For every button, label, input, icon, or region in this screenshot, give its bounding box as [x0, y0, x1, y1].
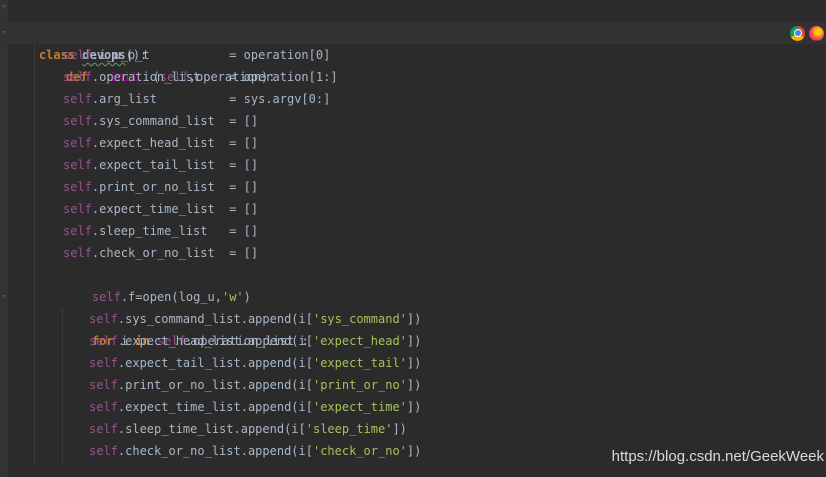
watermark: https://blog.csdn.net/GeekWeek	[611, 448, 824, 465]
fold-marker-icon[interactable]: ▿	[1, 293, 7, 302]
self-keyword: self	[63, 158, 92, 172]
code-text: .sys_command_list.append(i[	[117, 312, 313, 326]
string-literal: 'expect_time'	[312, 400, 407, 414]
code-text: .expect_tail_list.append(i[	[117, 356, 313, 370]
code-line-assign[interactable]: self.arg_list = sys.argv[0:]	[0, 88, 330, 110]
firefox-icon[interactable]	[809, 25, 824, 41]
code-line-append[interactable]: self.check_or_no_list.append(i['check_or…	[0, 440, 421, 462]
self-keyword: self	[63, 70, 92, 84]
self-keyword: self	[63, 246, 92, 260]
code-line-assign[interactable]: self.operation_list = operation[1:]	[0, 66, 338, 88]
code-line-assign[interactable]: self.sys_command_list = []	[0, 110, 258, 132]
code-text: ])	[406, 378, 422, 392]
code-text: .sleep_time_list.append(i[	[117, 422, 306, 436]
code-text: .sys_command_list = []	[91, 114, 259, 128]
code-text: .arg_list = sys.argv[0:]	[91, 92, 331, 106]
string-literal: 'expect_head'	[312, 334, 407, 348]
self-keyword: self	[63, 92, 92, 106]
self-keyword: self	[89, 400, 118, 414]
code-text: .expect_time_list.append(i[	[117, 400, 313, 414]
self-keyword: self	[89, 378, 118, 392]
code-text: ])	[406, 312, 422, 326]
code-text: ])	[406, 334, 422, 348]
code-text: .i_u_p_t = operation[0]	[91, 48, 331, 62]
code-line-class[interactable]: ▿ class devops():	[0, 0, 147, 63]
string-literal: 'print_or_no'	[312, 378, 407, 392]
code-editor[interactable]: ▿ class devops(): ▿ def __init__(self,op…	[0, 0, 826, 477]
code-text: .expect_time_list = []	[91, 202, 259, 216]
code-text: ])	[406, 400, 422, 414]
self-keyword: self	[63, 224, 92, 238]
self-keyword: self	[89, 444, 118, 458]
code-line-append[interactable]: self.expect_time_list.append(i['expect_t…	[0, 396, 421, 418]
code-text: .expect_head_list.append(i[	[117, 334, 313, 348]
code-line-append[interactable]: self.sys_command_list.append(i['sys_comm…	[0, 308, 421, 330]
code-line-for[interactable]: ▿ for i in self.operation_list :	[0, 286, 309, 349]
string-literal: 'sys_command'	[312, 312, 407, 326]
self-keyword: self	[63, 202, 92, 216]
browser-preview-bar	[790, 22, 826, 44]
code-text: .expect_head_list = []	[91, 136, 259, 150]
code-text: .print_or_no_list = []	[91, 180, 259, 194]
code-line-assign[interactable]: self.sleep_time_list = []	[0, 220, 258, 242]
code-text: .print_or_no_list.append(i[	[117, 378, 313, 392]
chrome-icon[interactable]	[790, 25, 805, 41]
code-text: ])	[406, 356, 422, 370]
code-line-def[interactable]: ▿ def __init__(self,operation):	[0, 22, 826, 84]
self-keyword: self	[89, 356, 118, 370]
code-line-assign[interactable]: self.print_or_no_list = []	[0, 176, 258, 198]
code-line-assign[interactable]: self.expect_head_list = []	[0, 132, 258, 154]
code-text: .expect_tail_list = []	[91, 158, 259, 172]
self-keyword: self	[63, 48, 92, 62]
code-text: .check_or_no_list = []	[91, 246, 259, 260]
code-line-append[interactable]: self.sleep_time_list.append(i['sleep_tim…	[0, 418, 407, 440]
string-literal: 'check_or_no'	[312, 444, 407, 458]
code-text: ])	[392, 422, 407, 436]
fold-marker-icon[interactable]: ▿	[1, 3, 7, 12]
self-keyword: self	[63, 180, 92, 194]
fold-marker-icon[interactable]: ▿	[1, 29, 7, 38]
code-line-append[interactable]: self.print_or_no_list.append(i['print_or…	[0, 374, 421, 396]
code-line-open[interactable]: self.f=open(log_u,'w')	[0, 264, 251, 304]
self-keyword: self	[89, 422, 118, 436]
code-line-assign[interactable]: self.expect_time_list = []	[0, 198, 258, 220]
code-text: .sleep_time_list = []	[91, 224, 259, 238]
code-text: .operation_list = operation[1:]	[91, 70, 338, 84]
code-line-assign[interactable]: self.check_or_no_list = []	[0, 242, 258, 264]
code-line-append[interactable]: self.expect_tail_list.append(i['expect_t…	[0, 352, 421, 374]
self-keyword: self	[89, 312, 118, 326]
code-text: ])	[406, 444, 422, 458]
self-keyword: self	[63, 114, 92, 128]
string-literal: 'sleep_time'	[305, 422, 393, 436]
string-literal: 'expect_tail'	[312, 356, 407, 370]
self-keyword: self	[89, 334, 118, 348]
code-text: .check_or_no_list.append(i[	[117, 444, 313, 458]
code-line-append[interactable]: self.expect_head_list.append(i['expect_h…	[0, 330, 421, 352]
self-keyword: self	[63, 136, 92, 150]
code-line-assign[interactable]: self.i_u_p_t = operation[0]	[0, 44, 330, 66]
code-line-assign[interactable]: self.expect_tail_list = []	[0, 154, 258, 176]
